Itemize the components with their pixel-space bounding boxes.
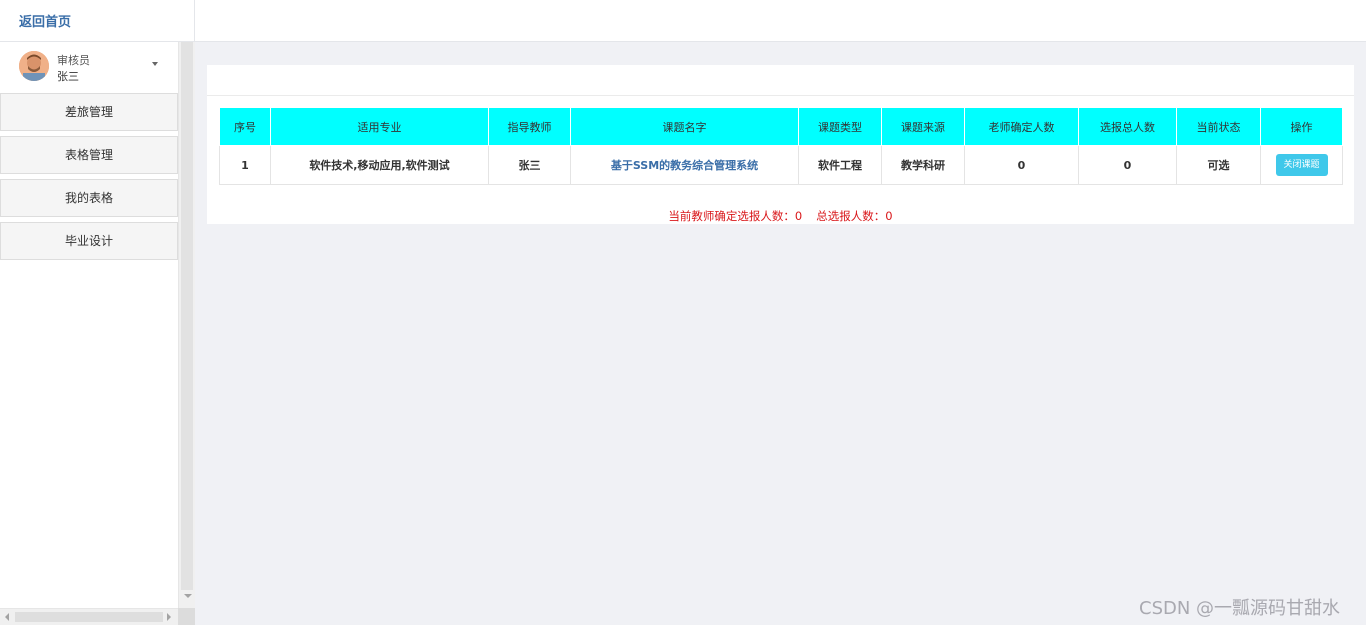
column-header: 选报总人数 <box>1078 107 1177 146</box>
confirmed-count-text: 当前教师确定选报人数：0 <box>668 209 803 223</box>
column-header: 适用专业 <box>270 107 489 146</box>
sidebar-item-travel[interactable]: 差旅管理 <box>0 93 178 131</box>
user-role: 审核员 <box>57 54 90 67</box>
cell-status: 可选 <box>1176 145 1261 185</box>
sidebar-item-my-forms[interactable]: 我的表格 <box>0 179 178 217</box>
column-header: 当前状态 <box>1176 107 1261 146</box>
column-header: 序号 <box>219 107 271 146</box>
column-header: 课题名字 <box>570 107 799 146</box>
horizontal-scrollbar[interactable] <box>0 608 178 625</box>
topic-table: 序号 适用专业 指导教师 课题名字 课题类型 课题来源 老师确定人数 选报总人数… <box>219 107 1343 185</box>
column-header: 老师确定人数 <box>964 107 1079 146</box>
cell-source: 教学科研 <box>881 145 965 185</box>
scroll-left-arrow-icon[interactable] <box>5 613 9 621</box>
brand-area: 返回首页 <box>0 0 195 42</box>
cell-teacher: 张三 <box>488 145 571 185</box>
card-header <box>207 65 1354 96</box>
column-header: 课题类型 <box>798 107 882 146</box>
avatar-image <box>19 51 49 81</box>
table-header-row: 序号 适用专业 指导教师 课题名字 课题类型 课题来源 老师确定人数 选报总人数… <box>219 107 1343 146</box>
home-link[interactable]: 返回首页 <box>19 11 71 30</box>
cell-major: 软件技术,移动应用,软件测试 <box>270 145 489 185</box>
cell-index: 1 <box>219 145 271 185</box>
topic-card: 序号 适用专业 指导教师 课题名字 课题类型 课题来源 老师确定人数 选报总人数… <box>207 65 1354 224</box>
vertical-scrollbar[interactable] <box>178 42 195 608</box>
user-panel[interactable]: 审核员 张三 <box>0 42 178 92</box>
sidebar-item-graduation-design[interactable]: 毕业设计 <box>0 222 178 260</box>
cell-total: 0 <box>1078 145 1177 185</box>
cell-confirmed: 0 <box>964 145 1079 185</box>
watermark: CSDN @一瓢源码甘甜水 <box>1139 598 1341 619</box>
sidebar: 审核员 张三 差旅管理 表格管理 我的表格 毕业设计 <box>0 42 195 625</box>
column-header: 课题来源 <box>881 107 965 146</box>
top-header: 返回首页 <box>0 0 1366 42</box>
column-header: 指导教师 <box>488 107 571 146</box>
scroll-down-arrow-icon[interactable] <box>184 594 192 598</box>
scroll-right-arrow-icon[interactable] <box>167 613 171 621</box>
cell-action: 关闭课题 <box>1260 145 1343 185</box>
avatar <box>19 51 49 81</box>
summary-line: 当前教师确定选报人数：0 总选报人数：0 <box>207 208 1354 224</box>
close-topic-button[interactable]: 关闭课题 <box>1275 154 1328 176</box>
user-name: 张三 <box>57 70 79 83</box>
sidebar-content: 审核员 张三 差旅管理 表格管理 我的表格 毕业设计 <box>0 42 178 608</box>
scrollbar-thumb[interactable] <box>15 612 163 622</box>
scrollbar-corner <box>178 608 195 625</box>
topic-link[interactable]: 基于SSM的教务综合管理系统 <box>570 145 799 185</box>
chevron-down-icon[interactable] <box>152 62 158 66</box>
table-row: 1 软件技术,移动应用,软件测试 张三 基于SSM的教务综合管理系统 软件工程 … <box>219 145 1343 185</box>
column-header: 操作 <box>1260 107 1343 146</box>
sidebar-item-forms[interactable]: 表格管理 <box>0 136 178 174</box>
total-count-text: 总选报人数：0 <box>816 209 893 223</box>
cell-type: 软件工程 <box>798 145 882 185</box>
scrollbar-thumb[interactable] <box>181 42 193 590</box>
